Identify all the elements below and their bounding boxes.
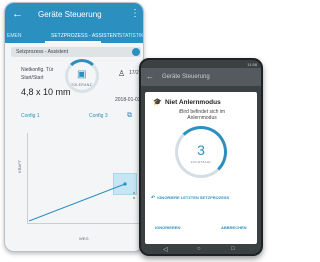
tab-setzprozess[interactable]: SETZPROZESS - ASSISTENT (51, 33, 120, 39)
person-icon: ♙ (118, 69, 126, 78)
tab-indicator (45, 41, 101, 43)
status-time: 11:58 (247, 62, 257, 67)
dialog-title: Niet Anlernmodus (165, 99, 221, 106)
config-name: Nietkonfig. Tür (21, 67, 54, 73)
tab-statistik[interactable]: STATISTIK (119, 33, 143, 39)
status-bar: 11:58 (141, 60, 261, 68)
assistant-subheader: Setzprozess - Assistent (11, 47, 141, 57)
undo-icon: ↶ (151, 195, 156, 201)
nav-recents-icon[interactable]: □ (231, 246, 235, 252)
dialog-message: iBird befindet sich im Anlernmodus (178, 109, 226, 121)
count-value: 3 (197, 142, 205, 158)
subheader-label: Setzprozess - Assistent (16, 49, 68, 55)
config-3-link[interactable]: Config 3 (89, 113, 108, 119)
app-title: Geräte Steuerung (162, 74, 210, 80)
force-distance-chart: KRAFT WEG (17, 133, 141, 241)
config-1-link[interactable]: Config 1 (21, 113, 40, 119)
fit-icon: ▣ (77, 69, 87, 80)
app-bar: ← Geräte Steuerung ⋮ (5, 3, 143, 27)
nav-bar: ◁ ○ □ (141, 246, 261, 254)
force-curve (28, 182, 135, 222)
count-label: ZUCHTZAHL (190, 160, 212, 164)
copy-icon[interactable]: ⧉ (127, 112, 132, 120)
more-icon[interactable]: ⋮ (130, 8, 140, 19)
ring-label: TOLERANZ (71, 83, 93, 87)
graduation-cap-icon: 🎓 (153, 99, 162, 106)
ignore-last-process-button[interactable]: ↶ IGNORIERE LETZTEN SETZPROZESS (151, 195, 251, 201)
assistant-toggle[interactable] (132, 48, 140, 56)
learn-mode-dialog: 🎓 Niet Anlernmodus iBird befindet sich i… (145, 92, 257, 244)
back-arrow-icon[interactable]: ← (12, 8, 23, 20)
count-ring: 3 ZUCHTZAHL (175, 126, 227, 178)
app-title: Geräte Steuerung (38, 10, 102, 19)
x-axis-label: WEG (79, 236, 89, 241)
dimmed-app-bar: ← Geräte Steuerung (141, 68, 261, 86)
ignore-button[interactable]: IGNORIEREN (155, 225, 180, 230)
nav-home-icon[interactable]: ○ (197, 246, 201, 252)
front-phone: 11:58 ← Geräte Steuerung 🎓 Niet Anlernmo… (139, 58, 263, 256)
tab-first[interactable]: EMEN (7, 33, 21, 39)
nav-back-icon[interactable]: ◁ (163, 246, 168, 253)
back-arrow-icon: ← (146, 72, 154, 81)
date: 2018-01-03 (115, 97, 141, 103)
ignore-label: IGNORIERE LETZTEN SETZPROZESS (157, 195, 230, 200)
back-phone: ← Geräte Steuerung ⋮ EMEN SETZPROZESS - … (4, 2, 144, 252)
tolerance-ring: ▣ TOLERANZ (65, 59, 99, 93)
rivet-size-value: 4,8 x 10 mm (21, 87, 71, 97)
config-sub: Start/Start (21, 75, 44, 81)
stage: ← Geräte Steuerung ⋮ EMEN SETZPROZESS - … (0, 0, 265, 262)
tab-bar: EMEN SETZPROZESS - ASSISTENT STATISTIK (5, 27, 143, 43)
cancel-button[interactable]: ABBRECHEN (221, 225, 247, 230)
